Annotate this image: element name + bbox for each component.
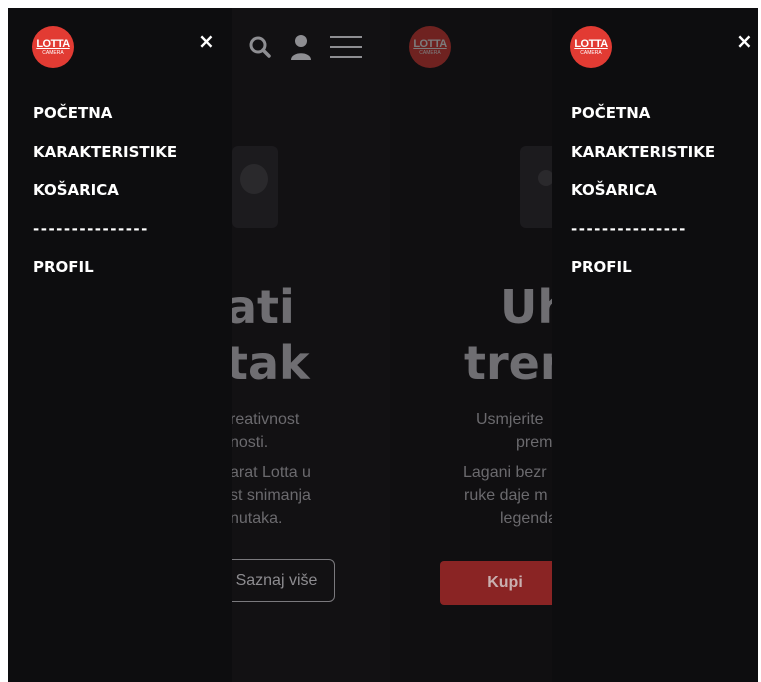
- learn-more-button[interactable]: Saznaj više: [218, 559, 335, 602]
- nav-item-features[interactable]: KARAKTERISTIKE: [33, 141, 177, 180]
- hamburger-menu-icon[interactable]: [330, 34, 362, 64]
- hero-text-1a: Usmjerite: [476, 411, 544, 428]
- nav-item-profile[interactable]: PROFIL: [571, 256, 715, 295]
- nav-drawer-left: LOTTA CAMERA × POČETNA KARAKTERISTIKE KO…: [8, 8, 232, 682]
- close-icon[interactable]: ×: [198, 31, 215, 51]
- nav-item-cart[interactable]: KOŠARICA: [33, 179, 177, 218]
- user-icon[interactable]: [290, 34, 312, 64]
- search-icon[interactable]: [248, 35, 272, 63]
- nav-menu: POČETNA KARAKTERISTIKE KOŠARICA --------…: [571, 102, 715, 295]
- nav-drawer-right: LOTTA CAMERA × POČETNA KARAKTERISTIKE KO…: [552, 8, 758, 682]
- hero-text-2b: st snimanja: [230, 487, 311, 504]
- hero-text-1b: prem.: [516, 434, 557, 451]
- logo-dimmed: LOTTA CAMERA: [409, 26, 451, 68]
- logo[interactable]: LOTTA CAMERA: [32, 26, 74, 68]
- logo[interactable]: LOTTA CAMERA: [570, 26, 612, 68]
- nav-menu: POČETNA KARAKTERISTIKE KOŠARICA --------…: [33, 102, 177, 295]
- nav-item-profile[interactable]: PROFIL: [33, 256, 177, 295]
- nav-item-cart[interactable]: KOŠARICA: [571, 179, 715, 218]
- nav-divider: ---------------: [571, 219, 687, 238]
- nav-item-home[interactable]: POČETNA: [33, 102, 177, 141]
- buy-button[interactable]: Kupi: [440, 561, 570, 605]
- nav-divider: ---------------: [33, 219, 149, 238]
- nav-item-features[interactable]: KARAKTERISTIKE: [571, 141, 715, 180]
- nav-item-home[interactable]: POČETNA: [571, 102, 715, 141]
- header-icons: [248, 34, 362, 64]
- camera-image: [232, 146, 278, 228]
- hero-text-2c: nutaka.: [230, 510, 283, 527]
- hero-text-1b: nosti.: [230, 434, 269, 451]
- hero-text-1a: reativnost: [230, 411, 300, 428]
- hero-text-2a: Lagani bezr: [463, 464, 547, 481]
- screen: ati tak reativnost nosti. arat Lotta u s…: [8, 8, 758, 682]
- close-icon[interactable]: ×: [736, 31, 753, 51]
- hero-title-line-1: ati: [226, 280, 295, 334]
- hero-text-2b: ruke daje m: [464, 487, 548, 504]
- hero-title-line-2: tak: [226, 336, 310, 390]
- hero-text-2a: arat Lotta u: [230, 464, 311, 481]
- hero-text-2c: legenda: [500, 510, 557, 527]
